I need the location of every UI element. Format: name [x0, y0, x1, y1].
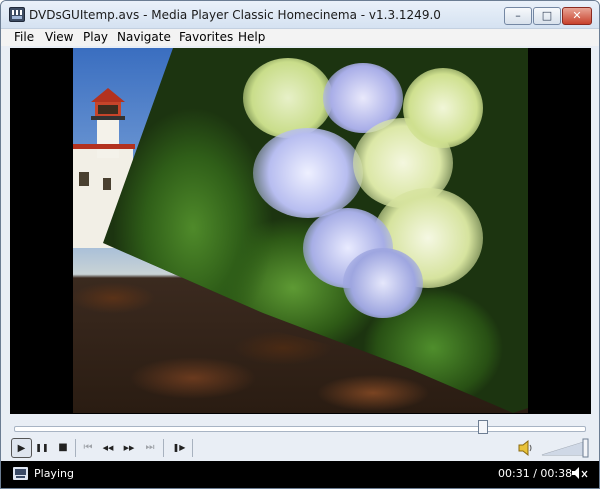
separator — [192, 439, 193, 457]
seek-bar[interactable] — [14, 426, 586, 432]
control-bar: ▶ ❚❚ ■ ⏮ ◀◀ ▶▶ ⏭ ❚▶ — [1, 436, 599, 461]
player-window: DVDsGUItemp.avs - Media Player Classic H… — [0, 0, 600, 489]
separator — [163, 439, 164, 457]
speaker-muted-icon[interactable] — [571, 466, 589, 480]
time-display: 00:31 / 00:38 — [498, 467, 573, 480]
playback-status: Playing — [34, 467, 74, 480]
menu-bar: File View Play Navigate Favorites Help — [1, 29, 599, 46]
title-bar[interactable]: DVDsGUItemp.avs - Media Player Classic H… — [1, 1, 599, 29]
menu-file[interactable]: File — [14, 30, 34, 44]
rewind-button[interactable]: ◀◀ — [98, 438, 118, 458]
play-button[interactable]: ▶ — [11, 438, 32, 458]
speaker-icon[interactable] — [517, 439, 533, 457]
video-area[interactable] — [10, 48, 591, 414]
app-icon[interactable] — [9, 7, 25, 22]
fast-forward-button[interactable]: ▶▶ — [119, 438, 139, 458]
menu-help[interactable]: Help — [238, 30, 265, 44]
next-button[interactable]: ⏭ — [140, 438, 160, 458]
volume-slider[interactable] — [541, 438, 589, 458]
pause-button[interactable]: ❚❚ — [32, 438, 52, 458]
stop-button[interactable]: ■ — [53, 438, 73, 458]
minimize-button[interactable]: – — [504, 7, 532, 25]
film-icon — [13, 467, 28, 480]
seek-thumb[interactable] — [478, 420, 489, 434]
menu-view[interactable]: View — [45, 30, 73, 44]
previous-button[interactable]: ⏮ — [78, 438, 98, 458]
close-button[interactable]: ✕ — [562, 7, 592, 25]
seek-bar-area — [1, 414, 599, 436]
video-frame — [73, 48, 528, 413]
window-title: DVDsGUItemp.avs - Media Player Classic H… — [29, 8, 441, 22]
frame-step-button[interactable]: ❚▶ — [169, 438, 189, 458]
separator — [75, 439, 76, 457]
menu-favorites[interactable]: Favorites — [179, 30, 233, 44]
menu-navigate[interactable]: Navigate — [117, 30, 171, 44]
status-bar: Playing 00:31 / 00:38 — [1, 461, 599, 488]
maximize-button[interactable]: □ — [533, 7, 561, 25]
menu-play[interactable]: Play — [83, 30, 108, 44]
